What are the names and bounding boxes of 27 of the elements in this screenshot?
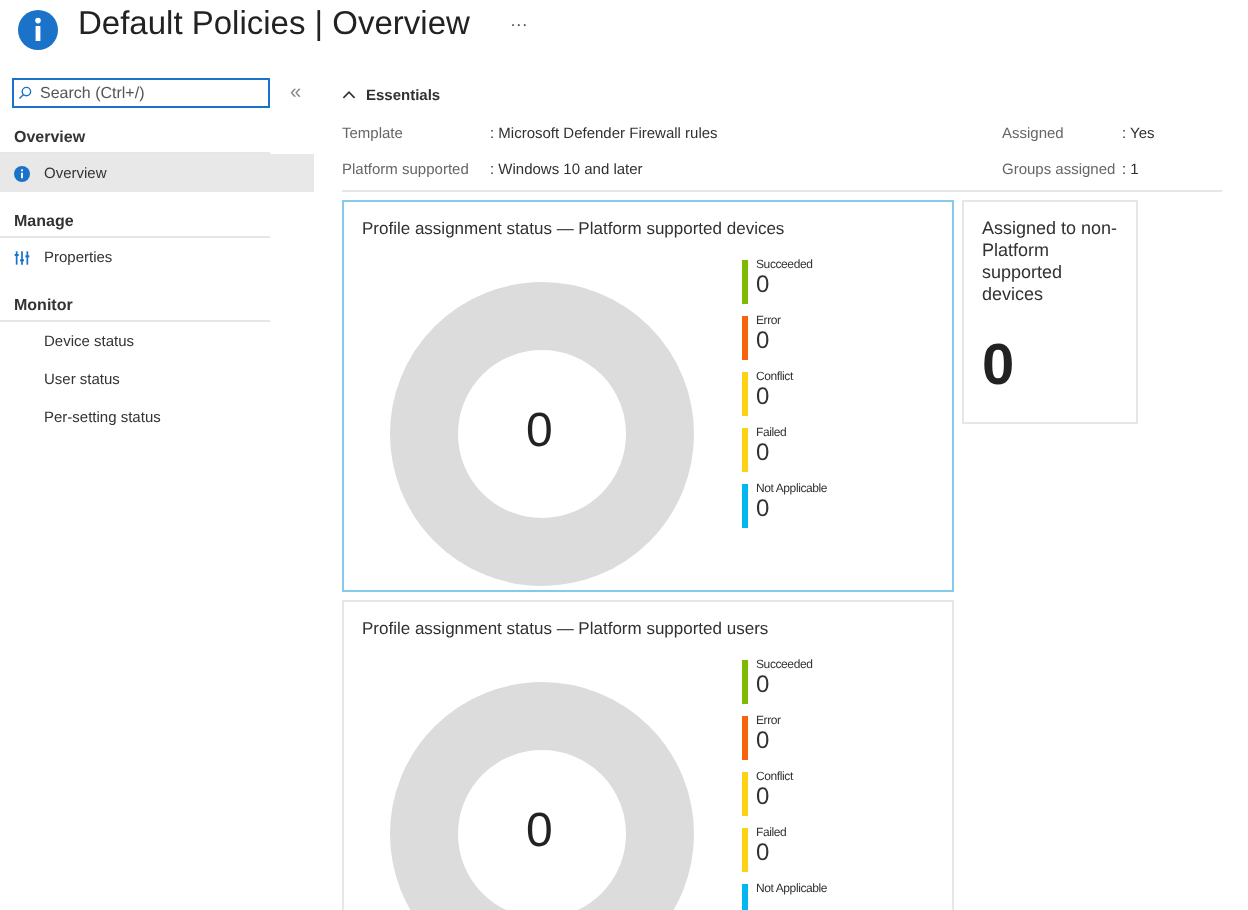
legend-value: 0 bbox=[756, 328, 772, 354]
card-title: Profile assignment status — Platform supported devices bbox=[360, 216, 787, 242]
legend-value: 0 bbox=[756, 384, 772, 410]
legend-value: 0 bbox=[756, 784, 772, 810]
legend-value: 0 bbox=[756, 272, 772, 298]
search-field[interactable]: Search (Ctrl+/) bbox=[12, 78, 270, 108]
page-title: Default Policies | Overview bbox=[78, 5, 470, 43]
card-title: Profile assignment status — Platform supported users bbox=[360, 616, 771, 642]
legend-value: 0 bbox=[756, 728, 772, 754]
legend-value: 0 bbox=[756, 840, 772, 866]
info-icon bbox=[14, 165, 30, 181]
chevron-up-icon[interactable] bbox=[342, 89, 356, 99]
info-icon bbox=[18, 10, 58, 50]
total-count: 0 bbox=[526, 404, 553, 460]
collapse-button[interactable]: « bbox=[290, 82, 302, 104]
legend-value: 0 bbox=[756, 440, 772, 466]
side-card[interactable]: Assigned to non-Platform supported devices 0 bbox=[962, 200, 1138, 424]
card-title: Assigned to non-Platform supported devices bbox=[982, 218, 1118, 306]
section-heading: Manage bbox=[0, 192, 270, 238]
section-heading: Monitor bbox=[0, 276, 270, 322]
more-button[interactable]: ··· bbox=[509, 14, 528, 34]
sliders-icon bbox=[14, 249, 30, 265]
count-value: 0 bbox=[982, 334, 1017, 400]
legend-value: 0 bbox=[756, 672, 772, 698]
search-icon bbox=[18, 86, 32, 100]
total-count: 0 bbox=[526, 804, 553, 860]
legend-value: 0 bbox=[756, 496, 772, 522]
